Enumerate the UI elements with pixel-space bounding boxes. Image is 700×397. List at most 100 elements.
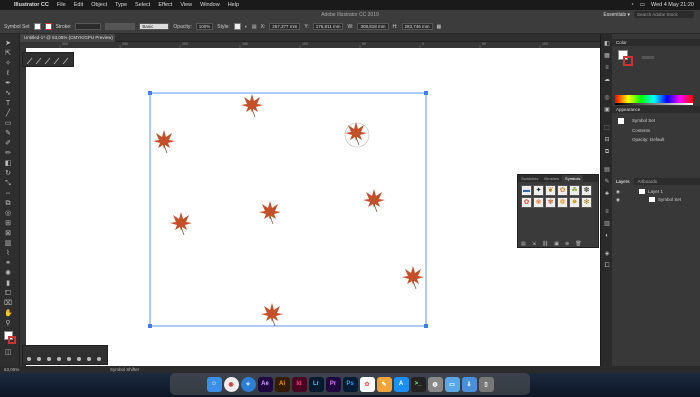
symbol-sprayer-tool-icon[interactable]: ✺ bbox=[4, 270, 12, 278]
app-store-icon[interactable]: A bbox=[393, 376, 409, 392]
grayscale-ramp[interactable] bbox=[615, 103, 693, 105]
stroke-panel-icon[interactable]: ≡ bbox=[603, 208, 611, 216]
hand-tool-icon[interactable]: ✋ bbox=[4, 310, 13, 318]
stroke-color-swatch[interactable] bbox=[623, 56, 633, 66]
photos-icon[interactable]: ✿ bbox=[359, 376, 375, 392]
pathfinder-icon[interactable]: ⧉ bbox=[603, 148, 611, 156]
floating-tool-panel[interactable] bbox=[22, 52, 74, 67]
symbol-swatch[interactable]: ✾ bbox=[545, 197, 556, 208]
eraser-tool-icon[interactable]: ◧ bbox=[4, 160, 12, 168]
color-spectrum[interactable] bbox=[615, 95, 693, 103]
current-tool-status[interactable]: Symbol Shifter bbox=[110, 367, 139, 372]
battery-icon[interactable]: ▭ bbox=[640, 2, 645, 8]
zoom-tool-icon[interactable]: ⚲ bbox=[4, 320, 12, 328]
align-panel-icon[interactable]: ⊟ bbox=[603, 136, 611, 144]
graphic-styles-icon[interactable]: ▣ bbox=[603, 106, 611, 114]
menu-select[interactable]: Select bbox=[135, 2, 150, 8]
rotate-tool-icon[interactable]: ↻ bbox=[4, 170, 12, 178]
w-field[interactable]: 308,818 mm bbox=[357, 23, 389, 30]
appearance-contents[interactable]: Contents bbox=[632, 128, 650, 133]
column-graph-tool-icon[interactable]: ▮ bbox=[4, 280, 12, 288]
app-menu[interactable]: Illustrator CC bbox=[14, 2, 49, 8]
terminal-icon[interactable]: >_ bbox=[410, 376, 426, 392]
pages-icon[interactable]: ✎ bbox=[376, 376, 392, 392]
graphic-style-swatch[interactable] bbox=[233, 23, 241, 30]
place-symbol-icon[interactable]: ⇲ bbox=[532, 241, 536, 247]
new-symbol-icon[interactable]: ⊕ bbox=[565, 241, 569, 247]
symbol-swatch[interactable]: ❦ bbox=[545, 185, 556, 196]
gradient-tool-icon[interactable]: ▥ bbox=[4, 240, 12, 248]
delete-symbol-icon[interactable]: 🗑 bbox=[575, 241, 581, 247]
pencil-tool-icon[interactable]: ✏ bbox=[4, 150, 12, 158]
symbol-swatch[interactable]: ▬ bbox=[521, 185, 532, 196]
direct-selection-tool-icon[interactable]: ⇱ bbox=[4, 50, 12, 58]
sublayer-name[interactable]: Symbol Set bbox=[658, 197, 681, 202]
artboard-tool-icon[interactable]: ⧠ bbox=[4, 290, 12, 298]
safari-icon[interactable]: ✧ bbox=[240, 376, 256, 392]
transform-panel-icon[interactable]: ⬚ bbox=[603, 124, 611, 132]
symbol-swatch[interactable]: ✽ bbox=[581, 185, 592, 196]
document-tab[interactable]: Untitled-1* @ 63,05% (CMYK/GPU Preview) bbox=[20, 34, 115, 42]
symbol-options-icon[interactable]: ▣ bbox=[554, 241, 559, 247]
artboards-panel-icon[interactable]: ⧠ bbox=[603, 262, 611, 270]
appearance-icon[interactable]: ◎ bbox=[603, 94, 611, 102]
transparency-icon[interactable]: ◐ bbox=[603, 232, 611, 240]
appearance-panel-header[interactable]: Appearance bbox=[612, 106, 700, 113]
free-transform-tool-icon[interactable]: ⧉ bbox=[4, 200, 12, 208]
tab-swatches[interactable]: Swatches bbox=[518, 175, 541, 182]
symbol-swatch[interactable]: ✸ bbox=[569, 197, 580, 208]
artboard-canvas[interactable] bbox=[26, 48, 600, 366]
symbol-swatch[interactable]: ✦ bbox=[533, 185, 544, 196]
tab-artboards[interactable]: Artboards bbox=[634, 178, 662, 185]
slice-tool-icon[interactable]: ⌧ bbox=[4, 300, 12, 308]
symbol-libraries-icon[interactable]: ▤ bbox=[521, 241, 526, 247]
menu-file[interactable]: File bbox=[57, 2, 66, 8]
transform-icon[interactable]: ▦ bbox=[437, 24, 442, 30]
downloads-icon[interactable]: ⇩ bbox=[461, 376, 477, 392]
appearance-opacity-value[interactable]: Default bbox=[650, 137, 664, 142]
wifi-icon[interactable]: ◔ bbox=[630, 2, 633, 8]
symbol-set-artwork[interactable] bbox=[26, 48, 600, 366]
recolor-icon[interactable]: ◐ bbox=[245, 24, 248, 30]
h-field[interactable]: 283,746 mm bbox=[401, 23, 433, 30]
align-icon[interactable]: ▤ bbox=[252, 24, 257, 30]
menu-type[interactable]: Type bbox=[115, 2, 127, 8]
workspace-switcher[interactable]: Essentials ▾ bbox=[603, 12, 630, 18]
type-tool-icon[interactable]: T bbox=[4, 100, 12, 108]
color-slider[interactable] bbox=[642, 56, 654, 59]
menu-window[interactable]: Window bbox=[200, 2, 220, 8]
finder-icon[interactable]: ☺ bbox=[206, 376, 222, 392]
blend-tool-icon[interactable]: ⚭ bbox=[4, 260, 12, 268]
symbol-swatch[interactable]: ❀ bbox=[533, 197, 544, 208]
tab-brushes[interactable]: Brushes bbox=[541, 175, 562, 182]
stroke-weight-field[interactable] bbox=[75, 23, 102, 30]
stock-search-input[interactable]: Search Adobe Stock bbox=[634, 11, 694, 18]
fill-swatch[interactable] bbox=[33, 23, 41, 30]
brushes-icon[interactable]: ✎ bbox=[603, 178, 611, 186]
menu-edit[interactable]: Edit bbox=[74, 2, 83, 8]
cc-libraries-icon[interactable]: ☁ bbox=[603, 76, 611, 84]
eyedropper-tool-icon[interactable]: ⌇ bbox=[4, 250, 12, 258]
paintbrush-tool-icon[interactable]: ✎ bbox=[4, 130, 12, 138]
menu-object[interactable]: Object bbox=[91, 2, 107, 8]
rectangle-tool-icon[interactable]: ▭ bbox=[4, 120, 12, 128]
symbol-swatch[interactable]: ☘ bbox=[569, 185, 580, 196]
zoom-level[interactable]: 63,05% bbox=[4, 367, 19, 372]
y-field[interactable]: 176,811 mm bbox=[312, 23, 344, 30]
shape-builder-tool-icon[interactable]: ◎ bbox=[4, 210, 12, 218]
menu-view[interactable]: View bbox=[180, 2, 192, 8]
stroke-swatch[interactable] bbox=[44, 23, 52, 30]
symbol-swatch[interactable]: ✻ bbox=[581, 197, 592, 208]
mesh-tool-icon[interactable]: ⊠ bbox=[4, 230, 12, 238]
trash-icon[interactable]: ▯ bbox=[478, 376, 494, 392]
photoshop-icon[interactable]: Ps bbox=[342, 376, 358, 392]
premiere-icon[interactable]: Pr bbox=[325, 376, 341, 392]
curvature-tool-icon[interactable]: ∿ bbox=[4, 90, 12, 98]
shaper-tool-icon[interactable]: ✐ bbox=[4, 140, 12, 148]
symbol-swatch[interactable]: ✿ bbox=[521, 197, 532, 208]
folder-icon[interactable]: ▭ bbox=[444, 376, 460, 392]
layers-panel-icon[interactable]: ◈ bbox=[603, 250, 611, 258]
variable-width-profile[interactable] bbox=[105, 23, 136, 30]
stroke-color-icon[interactable] bbox=[8, 336, 16, 344]
perspective-grid-tool-icon[interactable]: ⊞ bbox=[4, 220, 12, 228]
